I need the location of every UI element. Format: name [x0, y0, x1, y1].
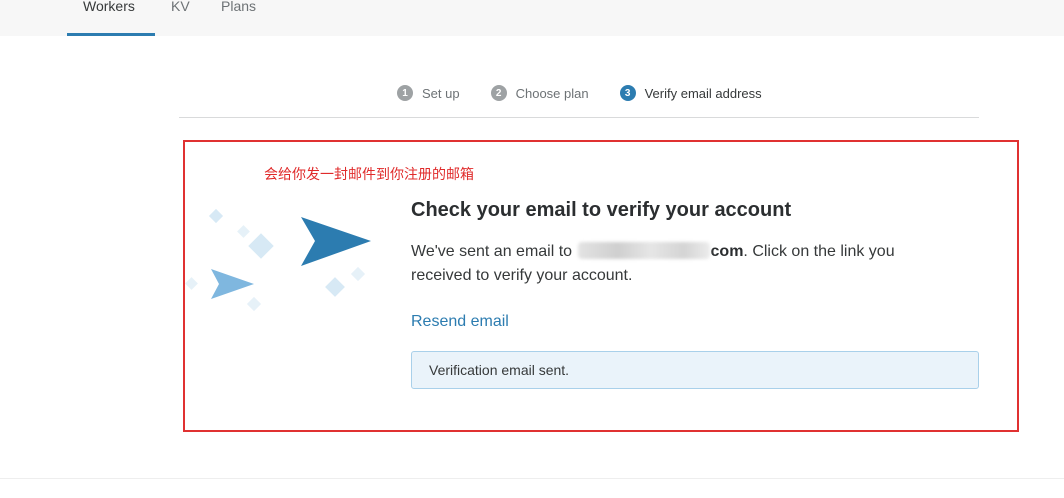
page-title: Check your email to verify your account [411, 199, 792, 221]
verification-message: We've sent an email to com. Click on the… [411, 240, 951, 288]
tab-plans-label: Plans [221, 0, 257, 14]
step-number-badge: 3 [619, 85, 636, 101]
redacted-email [577, 242, 710, 259]
step-choose-plan: 2 Choose plan [490, 85, 589, 101]
top-nav: Workers KV Plans [0, 0, 1064, 36]
step-number-badge: 2 [490, 85, 507, 101]
tab-kv-label: KV [171, 0, 190, 14]
step-label: Verify email address [644, 85, 762, 101]
step-set-up: 1 Set up [397, 85, 460, 101]
decorative-diamonds [185, 208, 366, 312]
step-label: Choose plan [515, 85, 589, 101]
step-verify-email: 3 Verify email address [619, 85, 762, 101]
message-prefix: We've sent an email to [411, 243, 573, 260]
tab-workers[interactable]: Workers [83, 0, 135, 36]
footer-divider [0, 478, 1064, 479]
active-tab-indicator [67, 33, 155, 36]
email-sent-illustration [185, 208, 371, 312]
stepper: 1 Set up 2 Choose plan 3 Verify email ad… [397, 84, 762, 102]
page: Workers KV Plans 1 Set up 2 Choose plan … [0, 0, 1064, 498]
email-domain-suffix: com [710, 243, 744, 260]
verification-sent-notice: Verification email sent. [411, 351, 979, 389]
tab-workers-label: Workers [83, 0, 135, 14]
resend-email-link[interactable]: Resend email [411, 313, 509, 331]
tab-kv[interactable]: KV [171, 0, 190, 36]
divider [179, 117, 979, 118]
annotation-note: 会给你发一封邮件到你注册的邮箱 [264, 167, 474, 183]
paper-plane-small-icon [211, 269, 254, 299]
step-label: Set up [422, 85, 460, 101]
tab-plans[interactable]: Plans [221, 0, 256, 36]
step-number-badge: 1 [397, 85, 413, 101]
paper-plane-large-icon [301, 217, 371, 266]
